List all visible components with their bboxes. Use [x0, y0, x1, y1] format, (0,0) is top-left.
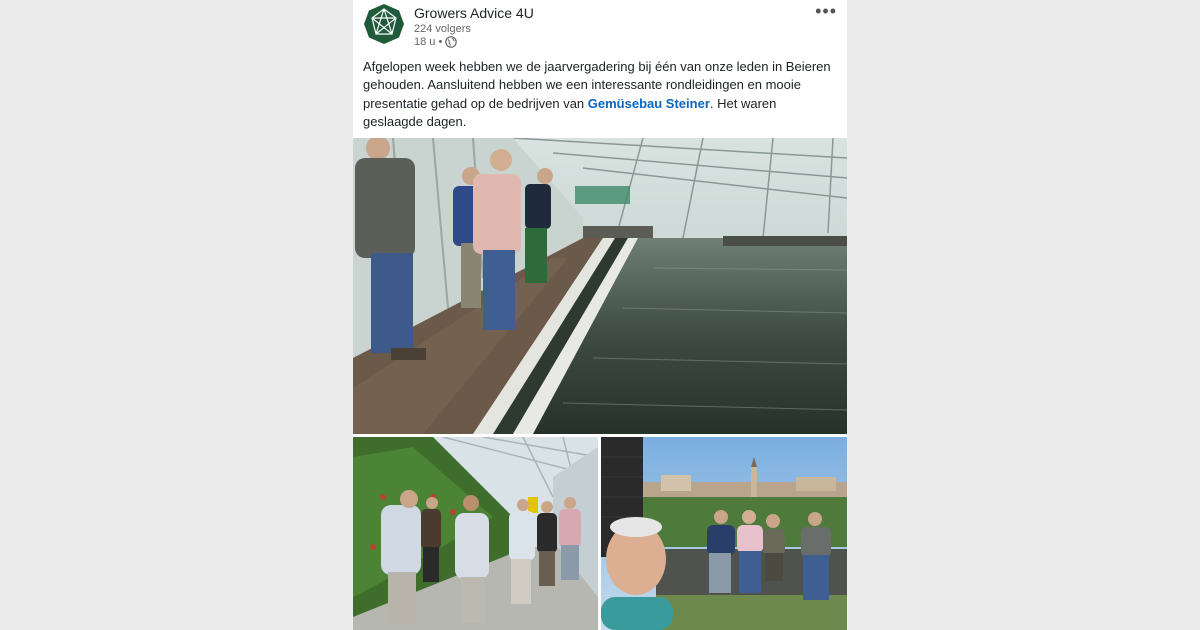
company-logo[interactable]	[363, 3, 405, 45]
globe-icon	[445, 36, 458, 48]
company-link[interactable]: Gemüsebau Steiner	[588, 96, 710, 111]
photo-greenhouse-basin[interactable]	[353, 138, 847, 434]
follower-count: 224 volgers	[414, 23, 471, 35]
post-text: Afgelopen week hebben we de jaarvergader…	[363, 58, 833, 131]
post-time: 18 u •	[414, 36, 443, 48]
post-meta: 18 u •	[414, 36, 458, 48]
post-header: Growers Advice 4U 224 volgers 18 u • •••	[353, 0, 847, 56]
post-card: Growers Advice 4U 224 volgers 18 u • •••…	[353, 0, 847, 630]
photo-tomato-greenhouse[interactable]	[353, 437, 598, 630]
logo-icon	[364, 4, 404, 44]
photo-group-selfie[interactable]	[601, 437, 847, 630]
more-options-icon[interactable]: •••	[815, 2, 837, 20]
author-name[interactable]: Growers Advice 4U	[414, 5, 534, 21]
